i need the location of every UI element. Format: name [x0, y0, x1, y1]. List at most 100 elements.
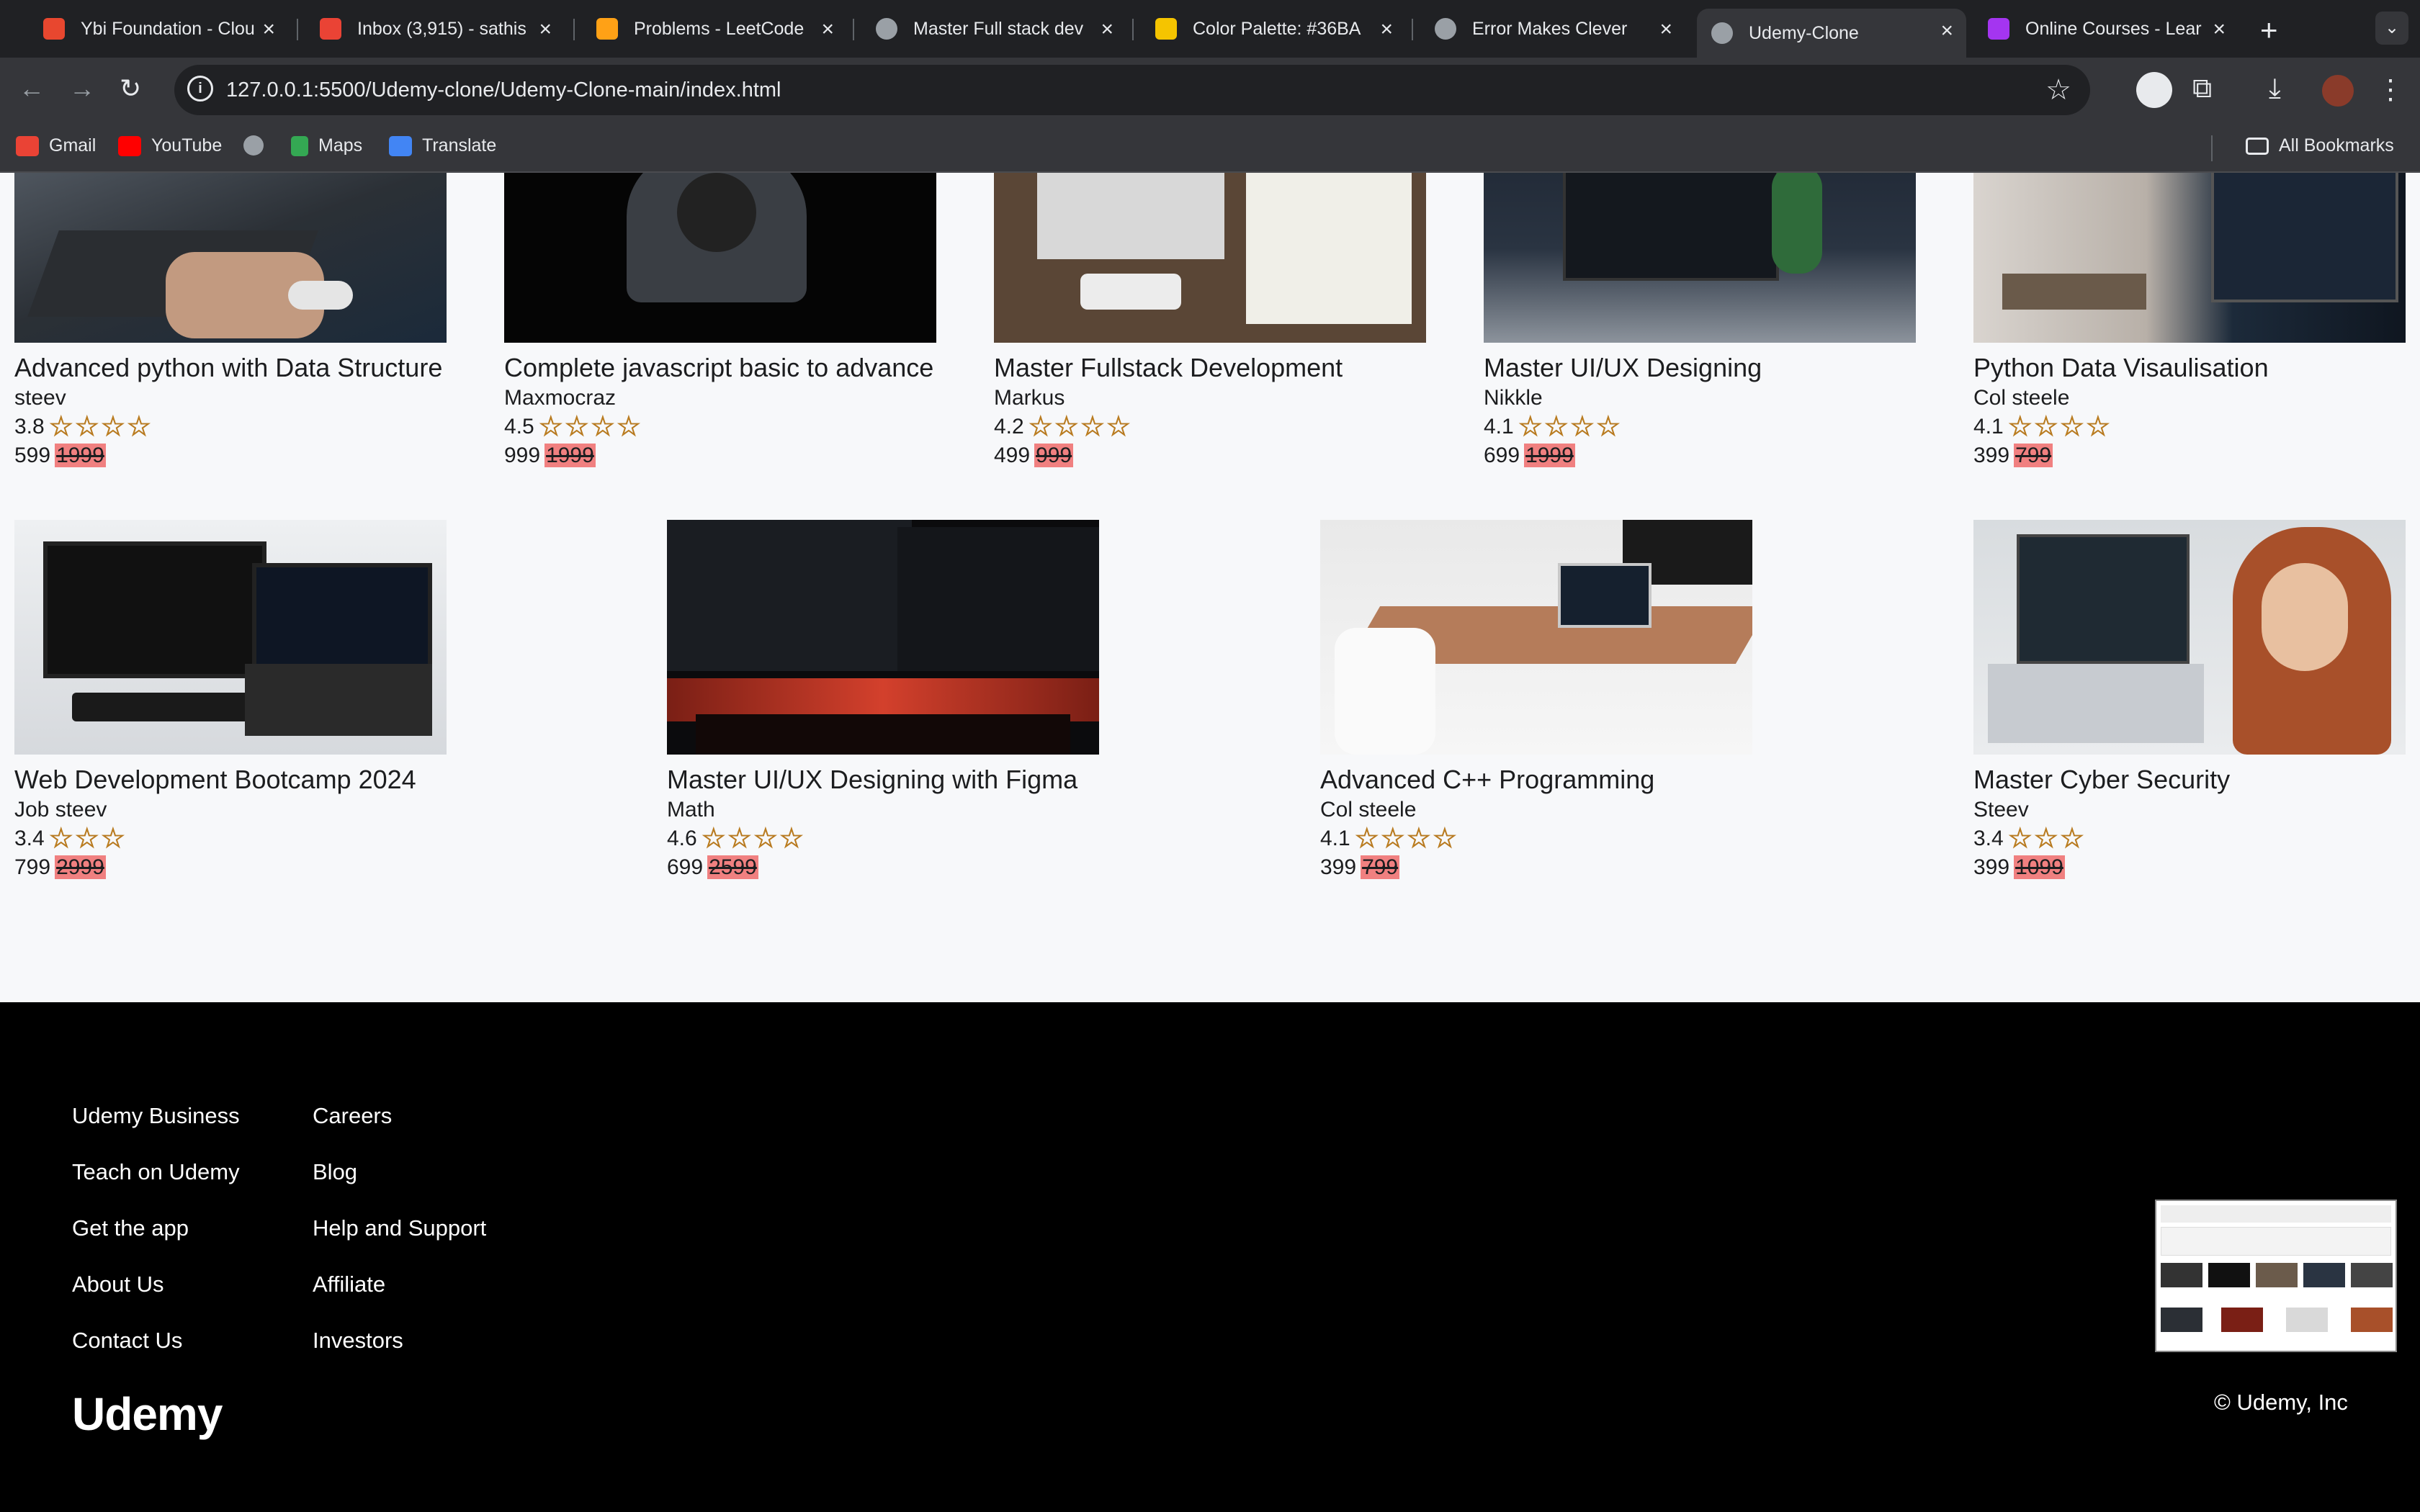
course-thumbnail[interactable]: [14, 173, 447, 343]
course-author: Maxmocraz: [504, 386, 617, 410]
course-thumbnail[interactable]: [1973, 173, 2406, 343]
gmail-icon: [16, 135, 39, 156]
course-thumbnail[interactable]: [1973, 520, 2406, 755]
close-tab-icon[interactable]: ×: [2213, 17, 2226, 42]
bookmark-globe[interactable]: [243, 135, 274, 156]
course-price: 699 2599: [667, 853, 1099, 882]
course-price: 999 1999: [504, 441, 936, 470]
maps-icon: [291, 135, 308, 156]
browser-tab[interactable]: Master Full stack dev ×: [861, 7, 1126, 50]
footer-link-careers[interactable]: Careers: [313, 1103, 392, 1129]
bookmark-translate[interactable]: Translate: [389, 135, 496, 156]
star-icon: ☆☆☆☆: [701, 824, 805, 854]
footer-link-about[interactable]: About Us: [72, 1272, 164, 1297]
course-card[interactable]: Python Data Visaulisation Col steele 4.1…: [1973, 173, 2406, 470]
extension-avatar-icon[interactable]: [2136, 72, 2172, 108]
profile-avatar[interactable]: [2322, 75, 2354, 107]
udemy-icon: [1988, 18, 2009, 40]
course-title[interactable]: Python Data Visaulisation: [1973, 351, 2406, 384]
course-title[interactable]: Web Development Bootcamp 2024: [14, 763, 447, 796]
course-thumbnail[interactable]: [994, 173, 1426, 343]
star-icon: ☆☆☆☆: [1518, 412, 1622, 442]
footer-link-investors[interactable]: Investors: [313, 1328, 403, 1354]
browser-toolbar: ← → ↻ i 127.0.0.1:5500/Udemy-clone/Udemy…: [0, 58, 2420, 124]
browser-tab[interactable]: Problems - LeetCode ×: [582, 7, 847, 50]
original-price: 2999: [55, 855, 106, 879]
course-card[interactable]: Master UI/UX Designing with Figma Math 4…: [667, 520, 1099, 882]
footer-link-contact[interactable]: Contact Us: [72, 1328, 182, 1354]
course-thumbnail[interactable]: [667, 520, 1099, 755]
course-title[interactable]: Advanced C++ Programming: [1320, 763, 1752, 796]
rating-value: 4.1: [1484, 415, 1514, 438]
course-card[interactable]: Advanced C++ Programming Col steele 4.1 ☆…: [1320, 520, 1752, 882]
course-rating: 4.1 ☆☆☆☆: [1320, 824, 1752, 854]
udemy-logo[interactable]: Udemy: [72, 1387, 223, 1441]
site-info-icon[interactable]: i: [187, 76, 213, 102]
menu-kebab-icon[interactable]: ⋮: [2377, 73, 2404, 106]
original-price: 1999: [544, 444, 596, 467]
course-title[interactable]: Master UI/UX Designing: [1484, 351, 1916, 384]
close-tab-icon[interactable]: ×: [539, 17, 552, 42]
reload-icon[interactable]: ↻: [120, 73, 141, 104]
tab-title: Online Courses - Lear: [2025, 18, 2202, 39]
footer-link-udemy-business[interactable]: Udemy Business: [72, 1103, 240, 1129]
course-card[interactable]: Complete javascript basic to advance Max…: [504, 173, 936, 470]
bookmark-maps[interactable]: Maps: [291, 135, 362, 156]
course-thumbnail[interactable]: [14, 520, 447, 755]
course-card[interactable]: Master UI/UX Designing Nikkle 4.1 ☆☆☆☆ 69…: [1484, 173, 1916, 470]
footer-link-get-app[interactable]: Get the app: [72, 1215, 189, 1241]
course-title[interactable]: Master Cyber Security: [1973, 763, 2406, 796]
close-tab-icon[interactable]: ×: [1380, 17, 1393, 42]
close-tab-icon[interactable]: ×: [1101, 17, 1113, 42]
course-card[interactable]: Master Cyber Security Steev 3.4 ☆☆☆ 399 10…: [1973, 520, 2406, 882]
footer-link-blog[interactable]: Blog: [313, 1159, 357, 1185]
tab-search-chevron-icon[interactable]: ⌄: [2375, 12, 2408, 45]
new-tab-button[interactable]: +: [2260, 13, 2278, 48]
browser-tab[interactable]: Online Courses - Lear ×: [1973, 7, 2238, 50]
all-bookmarks-button[interactable]: All Bookmarks: [2246, 135, 2394, 156]
close-tab-icon[interactable]: ×: [1940, 19, 1953, 43]
course-card[interactable]: Master Fullstack Development Markus 4.2 ☆…: [994, 173, 1426, 470]
close-tab-icon[interactable]: ×: [1659, 17, 1672, 42]
close-tab-icon[interactable]: ×: [821, 17, 834, 42]
course-title[interactable]: Master Fullstack Development: [994, 351, 1426, 384]
browser-tab[interactable]: Inbox (3,915) - sathis ×: [305, 7, 565, 50]
tab-divider: [1412, 19, 1413, 40]
browser-tab[interactable]: Error Makes Clever ×: [1420, 7, 1685, 50]
close-tab-icon[interactable]: ×: [262, 17, 275, 42]
footer-link-help[interactable]: Help and Support: [313, 1215, 486, 1241]
course-thumbnail[interactable]: [1484, 173, 1916, 343]
course-card[interactable]: Web Development Bootcamp 2024 Job steev …: [14, 520, 447, 882]
bookmark-label: All Bookmarks: [2279, 135, 2394, 156]
back-arrow-icon[interactable]: ←: [19, 73, 45, 104]
url-text[interactable]: 127.0.0.1:5500/Udemy-clone/Udemy-Clone-m…: [226, 78, 781, 102]
download-icon[interactable]: ⤓: [2269, 73, 2281, 104]
forward-arrow-icon[interactable]: →: [69, 73, 95, 104]
bookmark-star-icon[interactable]: ☆: [2045, 73, 2071, 107]
bookmarks-divider: [2211, 135, 2213, 161]
rating-value: 4.5: [504, 415, 534, 438]
address-bar[interactable]: i 127.0.0.1:5500/Udemy-clone/Udemy-Clone…: [174, 65, 2090, 115]
footer-link-affiliate[interactable]: Affiliate: [313, 1272, 385, 1297]
course-card[interactable]: Advanced python with Data Structure stee…: [14, 173, 447, 470]
course-thumbnail[interactable]: [1320, 520, 1752, 755]
course-author: Steev: [1973, 798, 2029, 822]
browser-tab[interactable]: Color Palette: #36BA ×: [1141, 7, 1406, 50]
course-rating: 3.4 ☆☆☆: [1973, 824, 2406, 854]
extensions-puzzle-icon[interactable]: ⧉: [2192, 73, 2212, 104]
bookmark-gmail[interactable]: Gmail: [16, 135, 96, 156]
course-title[interactable]: Master UI/UX Designing with Figma: [667, 763, 1099, 796]
star-icon: ☆☆☆☆: [2007, 412, 2112, 442]
course-title[interactable]: Advanced python with Data Structure: [14, 351, 447, 384]
screenshot-preview-thumbnail[interactable]: [2155, 1200, 2397, 1352]
bookmark-youtube[interactable]: YouTube: [118, 135, 222, 156]
course-price: 399 799: [1320, 853, 1752, 882]
course-title[interactable]: Complete javascript basic to advance: [504, 351, 936, 384]
course-author: Math: [667, 798, 715, 822]
course-thumbnail[interactable]: [504, 173, 936, 343]
browser-tab-active[interactable]: Udemy-Clone ×: [1697, 9, 1966, 58]
course-author: Col steele: [1320, 798, 1417, 822]
browser-tab[interactable]: Ybi Foundation - Clou ×: [29, 7, 288, 50]
footer-link-teach[interactable]: Teach on Udemy: [72, 1159, 240, 1185]
course-price: 399 799: [1973, 441, 2406, 470]
